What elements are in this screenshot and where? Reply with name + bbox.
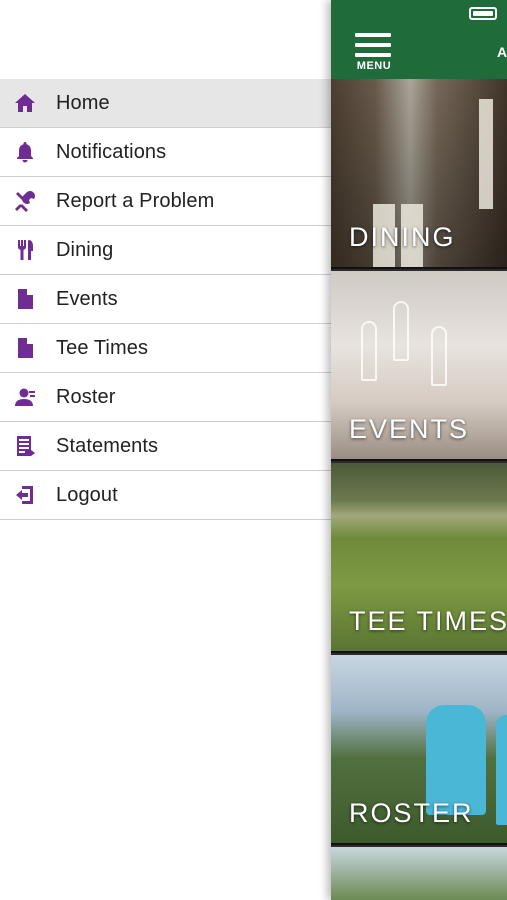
document-icon [12, 286, 38, 312]
tile-next-partial[interactable] [331, 847, 507, 900]
tile-roster[interactable]: ROSTER [331, 655, 507, 845]
drawer-item-label: Statements [56, 434, 159, 457]
tile-label: ROSTER [349, 798, 474, 828]
drawer-item-dining[interactable]: Dining [0, 226, 331, 275]
bell-icon [12, 139, 38, 165]
tools-icon [12, 188, 38, 214]
drawer-item-label: Notifications [56, 140, 167, 163]
drawer-item-report-a-problem[interactable]: Report a Problem [0, 177, 331, 226]
home-icon [12, 90, 38, 116]
navigation-drawer: Home Notifications Report a Problem Dini… [0, 0, 331, 900]
drawer-item-label: Dining [56, 238, 114, 261]
statement-icon [12, 433, 38, 459]
glass-decor [393, 301, 409, 361]
drawer-item-label: Tee Times [56, 336, 149, 359]
menu-button[interactable]: MENU [353, 33, 395, 73]
tile-label: TEE TIMES [349, 606, 507, 636]
menu-button-label: MENU [356, 60, 392, 72]
drawer-item-logout[interactable]: Logout [0, 471, 331, 520]
drawer-item-label: Logout [56, 483, 118, 506]
drawer-item-label: Report a Problem [56, 189, 215, 212]
hamburger-icon [355, 33, 391, 63]
logout-icon [12, 482, 38, 508]
drawer-item-statements[interactable]: Statements [0, 422, 331, 471]
tile-events[interactable]: EVENTS [331, 271, 507, 461]
tile-tee-times[interactable]: TEE TIMES [331, 463, 507, 653]
battery-icon [469, 7, 497, 20]
drawer-item-events[interactable]: Events [0, 275, 331, 324]
utensils-icon [12, 237, 38, 263]
tile-label: DINING [349, 222, 456, 252]
tile-label: EVENTS [349, 414, 470, 444]
header-title: A [497, 44, 507, 60]
document-icon [12, 335, 38, 361]
drawer-item-roster[interactable]: Roster [0, 373, 331, 422]
drawer-menu-list: Home Notifications Report a Problem Dini… [0, 79, 331, 520]
drawer-item-notifications[interactable]: Notifications [0, 128, 331, 177]
drawer-item-label: Home [56, 91, 110, 114]
tile-dining[interactable]: DINING [331, 79, 507, 269]
drawer-item-home[interactable]: Home [0, 79, 331, 128]
person-icon [12, 384, 38, 410]
window-decor [479, 99, 493, 209]
app-header: MENU A [331, 0, 507, 79]
drawer-item-tee-times[interactable]: Tee Times [0, 324, 331, 373]
main-panel: MENU A DINING EVENTS TEE TIMES ROSTER [331, 0, 507, 900]
drawer-item-label: Roster [56, 385, 116, 408]
glass-decor [431, 326, 447, 386]
glass-decor [361, 321, 377, 381]
drawer-item-label: Events [56, 287, 118, 310]
player-decor [496, 715, 507, 825]
